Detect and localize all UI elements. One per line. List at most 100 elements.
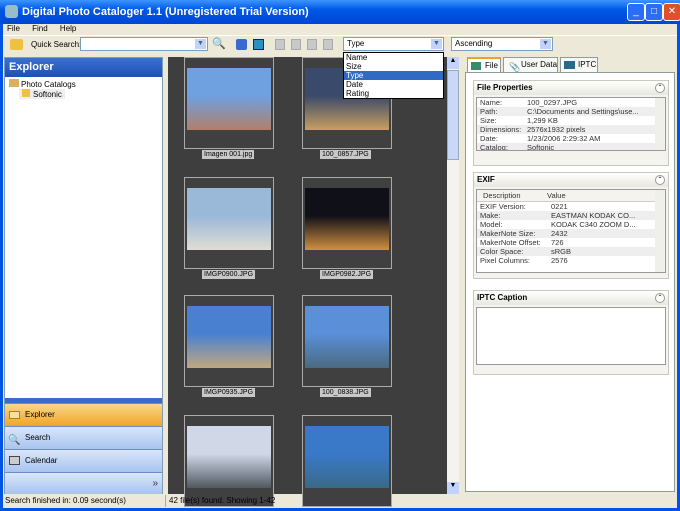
property-row: Name: 100_0297.JPG [477, 98, 665, 107]
file-properties-group: File Properties ⌃ Name: 100_0297.JPG Path:… [473, 80, 669, 166]
group-title: EXIF [474, 173, 668, 187]
chevron-double-down-icon[interactable]: » [152, 473, 158, 495]
nav-label: Explorer [25, 410, 55, 419]
folder-icon [9, 411, 20, 419]
property-row: Model: KODAK C340 ZOOM D... [477, 220, 665, 229]
chevron-down-icon[interactable]: ▼ [431, 39, 442, 49]
property-row: MakerNote Size: 2432 [477, 229, 665, 238]
photo-thumbnail-image [305, 306, 389, 368]
property-value: 1,299 KB [527, 116, 558, 125]
property-name: Date: [480, 134, 498, 143]
property-value: EASTMAN KODAK CO... [551, 211, 636, 220]
iptc-caption-input[interactable] [476, 307, 666, 365]
tab-label: IPTC [578, 60, 597, 69]
tab-iptc[interactable]: IPTC [560, 57, 598, 73]
photo-thumbnail-image [187, 68, 271, 130]
scroll-down-icon[interactable]: ▼ [447, 482, 459, 494]
property-row: Date: 1/23/2006 2:29:32 AM [477, 134, 665, 143]
chevron-down-icon[interactable]: ▼ [195, 39, 206, 49]
thumbnail[interactable] [184, 57, 274, 149]
nav-search-button[interactable]: 🔍 Search [5, 426, 162, 449]
menu-bar: File Find Help [3, 24, 677, 35]
property-name: Dimensions: [480, 125, 522, 134]
file-properties-list: Name: 100_0297.JPG Path: C:\Documents and S… [476, 97, 666, 151]
photo-thumbnail-image [187, 188, 271, 250]
maximize-button[interactable]: □ [645, 3, 663, 21]
search-icon[interactable]: 🔍 [212, 37, 226, 50]
collapse-icon[interactable]: ⌃ [655, 175, 665, 185]
nav-label: Calendar [25, 456, 58, 465]
window-title: Digital Photo Cataloger 1.1 (Unregistere… [22, 6, 309, 18]
thumbnail[interactable] [184, 177, 274, 269]
tab-user-data[interactable]: 📎 User Data [503, 57, 558, 73]
menu-help[interactable]: Help [60, 24, 76, 33]
tab-file[interactable]: File [467, 57, 501, 73]
collapse-icon[interactable]: ⌃ [655, 293, 665, 303]
tree-item-softonic[interactable]: Softonic [19, 89, 65, 99]
iptc-icon [564, 61, 575, 69]
photo-thumbnail-image [187, 306, 271, 368]
thumbnail-caption: IMGP0982.JPG [320, 270, 374, 279]
exif-table: Description Value EXIF Version: 0221 Make: E… [476, 189, 666, 273]
scrollbar[interactable] [655, 98, 665, 150]
last-page-button[interactable] [323, 39, 333, 50]
quick-search-label: Quick Search: [31, 40, 82, 49]
property-name: Model: [480, 220, 503, 229]
scrollbar[interactable] [655, 190, 665, 272]
photo-thumbnail-image [305, 426, 389, 488]
prev-page-button[interactable] [291, 39, 301, 50]
collapse-icon[interactable]: ⌃ [655, 83, 665, 93]
thumbnail[interactable] [302, 295, 392, 387]
thumbnail[interactable] [302, 177, 392, 269]
photo-thumbnail-image [305, 188, 389, 250]
property-row: Catalog: Softonic [477, 143, 665, 151]
column-header-description[interactable]: Description [477, 190, 547, 201]
column-header-value[interactable]: Value [547, 190, 566, 201]
close-button[interactable]: ✕ [663, 3, 680, 21]
option-size[interactable]: Size [344, 62, 443, 71]
property-name: MakerNote Offset: [480, 238, 541, 247]
property-row: Size: 1,299 KB [477, 116, 665, 125]
open-folder-icon[interactable] [10, 39, 23, 50]
quick-search-input[interactable]: ▼ [80, 37, 208, 51]
thumbnail-caption: IMGP0935.JPG [202, 388, 256, 397]
property-name: Path: [480, 107, 498, 116]
menu-find[interactable]: Find [32, 24, 48, 33]
nav-calendar-button[interactable]: Calendar [5, 449, 162, 472]
status-search-time: Search finished in: 0.09 second(s) [5, 496, 126, 505]
property-value: 2576 [551, 256, 568, 265]
thumbnail[interactable] [184, 295, 274, 387]
gallery-scrollbar[interactable]: ▲ ▼ [447, 57, 459, 494]
property-name: Make: [480, 211, 501, 220]
status-divider [165, 495, 166, 507]
sort-order-select[interactable]: Ascending ▼ [451, 37, 553, 51]
minimize-button[interactable]: _ [627, 3, 645, 21]
option-date[interactable]: Date [344, 80, 443, 89]
option-name[interactable]: Name [344, 53, 443, 62]
sort-field-value: Type [347, 39, 365, 48]
scroll-thumb[interactable] [447, 70, 459, 160]
slideshow-icon[interactable] [253, 39, 264, 50]
property-value: 100_0297.JPG [527, 98, 578, 107]
property-value: 726 [551, 238, 564, 247]
property-value: 2576x1932 pixels [527, 125, 586, 134]
chevron-down-icon[interactable]: ▼ [540, 39, 551, 49]
nav-explorer-button[interactable]: Explorer [5, 403, 162, 426]
thumbnail-caption: 100_0838.JPG [320, 388, 371, 397]
status-file-count: 42 file(s) found. Showing 1-42 [169, 496, 276, 505]
first-page-button[interactable] [275, 39, 285, 50]
option-type[interactable]: Type [344, 71, 443, 80]
folder-icon [22, 89, 30, 97]
next-page-button[interactable] [307, 39, 317, 50]
tree-item-label: Softonic [33, 90, 62, 99]
scroll-up-icon[interactable]: ▲ [447, 57, 459, 69]
sort-field-select[interactable]: Type ▼ [343, 37, 444, 51]
status-bar: Search finished in: 0.09 second(s) 42 fi… [3, 494, 677, 508]
property-name: EXIF Version: [480, 202, 526, 211]
tree-root[interactable]: Photo Catalogs [9, 79, 76, 89]
option-rating[interactable]: Rating [344, 89, 443, 98]
menu-file[interactable]: File [7, 24, 20, 33]
property-name: Catalog: [480, 143, 508, 151]
property-row: MakerNote Offset: 726 [477, 238, 665, 247]
edit-icon[interactable] [236, 39, 247, 50]
